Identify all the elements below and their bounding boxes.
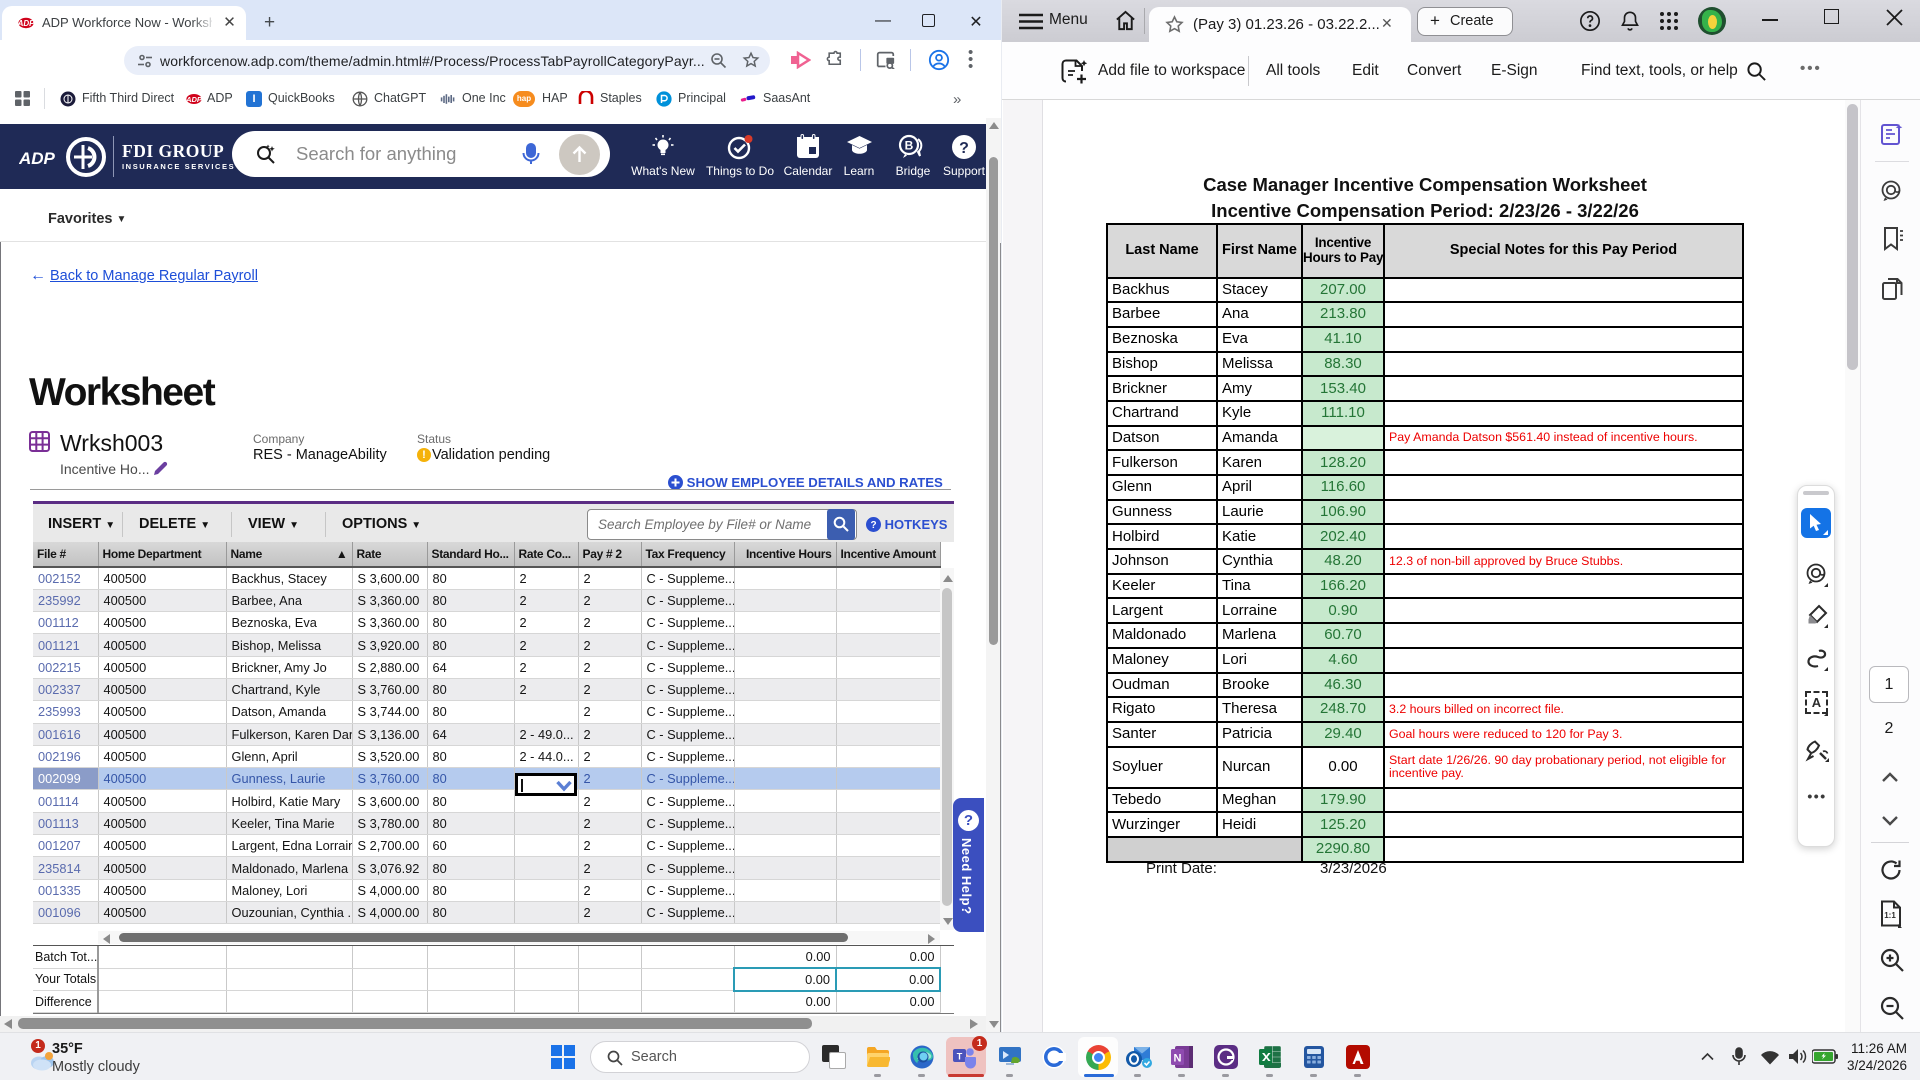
svg-text:T: T bbox=[957, 1052, 963, 1062]
svg-text:N: N bbox=[1174, 1053, 1182, 1065]
svg-text:?: ? bbox=[959, 140, 969, 157]
svg-text:?: ? bbox=[870, 520, 876, 531]
svg-text:ADP: ADP bbox=[19, 149, 56, 168]
svg-text:1:1: 1:1 bbox=[1884, 911, 1896, 920]
svg-text:B: B bbox=[905, 139, 914, 153]
svg-text:ADP: ADP bbox=[18, 19, 34, 28]
svg-text:ADP: ADP bbox=[186, 95, 202, 104]
